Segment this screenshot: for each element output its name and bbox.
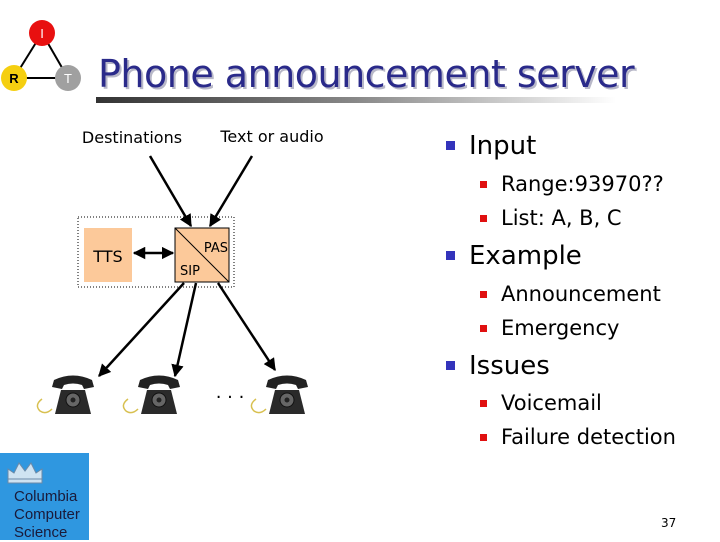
- bullet-marker-icon: [446, 141, 455, 150]
- phone-arrow-1: [98, 282, 185, 377]
- sub-bullet-marker-icon: [480, 400, 487, 407]
- telephone-icon: [250, 375, 308, 414]
- bullet-marker-icon: [446, 251, 455, 260]
- columbia-logo-text: Columbia Computer Science: [14, 488, 80, 541]
- page-number: 37: [661, 516, 677, 530]
- bullet-item: Failure detection: [480, 425, 676, 449]
- sub-bullet-marker-icon: [480, 181, 487, 188]
- svg-text:PAS: PAS: [204, 241, 228, 256]
- text-audio-label: Text or audio: [219, 127, 323, 146]
- sub-bullet-marker-icon: [480, 325, 487, 332]
- phone-arrow-3: [216, 282, 277, 372]
- sub-bullet-marker-icon: [480, 291, 487, 298]
- bullet-example: Example: [446, 241, 582, 271]
- bullet-item: List: A, B, C: [480, 206, 622, 230]
- architecture-diagram: TTS PAS SIP Destinations Text or audio .…: [36, 127, 324, 414]
- phones-ellipsis: . . .: [216, 382, 245, 403]
- telephone-icon: [122, 375, 180, 414]
- bullet-item: Voicemail: [480, 391, 602, 415]
- svg-text:SIP: SIP: [180, 264, 200, 279]
- bullet-input: Input: [446, 131, 536, 161]
- sub-bullet-marker-icon: [480, 215, 487, 222]
- sub-bullet-marker-icon: [480, 434, 487, 441]
- crown-icon: [7, 462, 43, 484]
- destinations-label: Destinations: [82, 128, 182, 147]
- text-audio-arrow: [208, 155, 254, 228]
- bullet-issues: Issues: [446, 351, 550, 381]
- bullet-marker-icon: [446, 361, 455, 370]
- destinations-arrow: [148, 155, 193, 228]
- svg-text:TTS: TTS: [92, 247, 122, 266]
- bullet-item: Range:93970??: [480, 172, 664, 196]
- bullet-item: Announcement: [480, 282, 661, 306]
- telephone-icon: [36, 375, 94, 414]
- phone-arrow-2: [171, 282, 198, 378]
- bullet-item: Emergency: [480, 316, 619, 340]
